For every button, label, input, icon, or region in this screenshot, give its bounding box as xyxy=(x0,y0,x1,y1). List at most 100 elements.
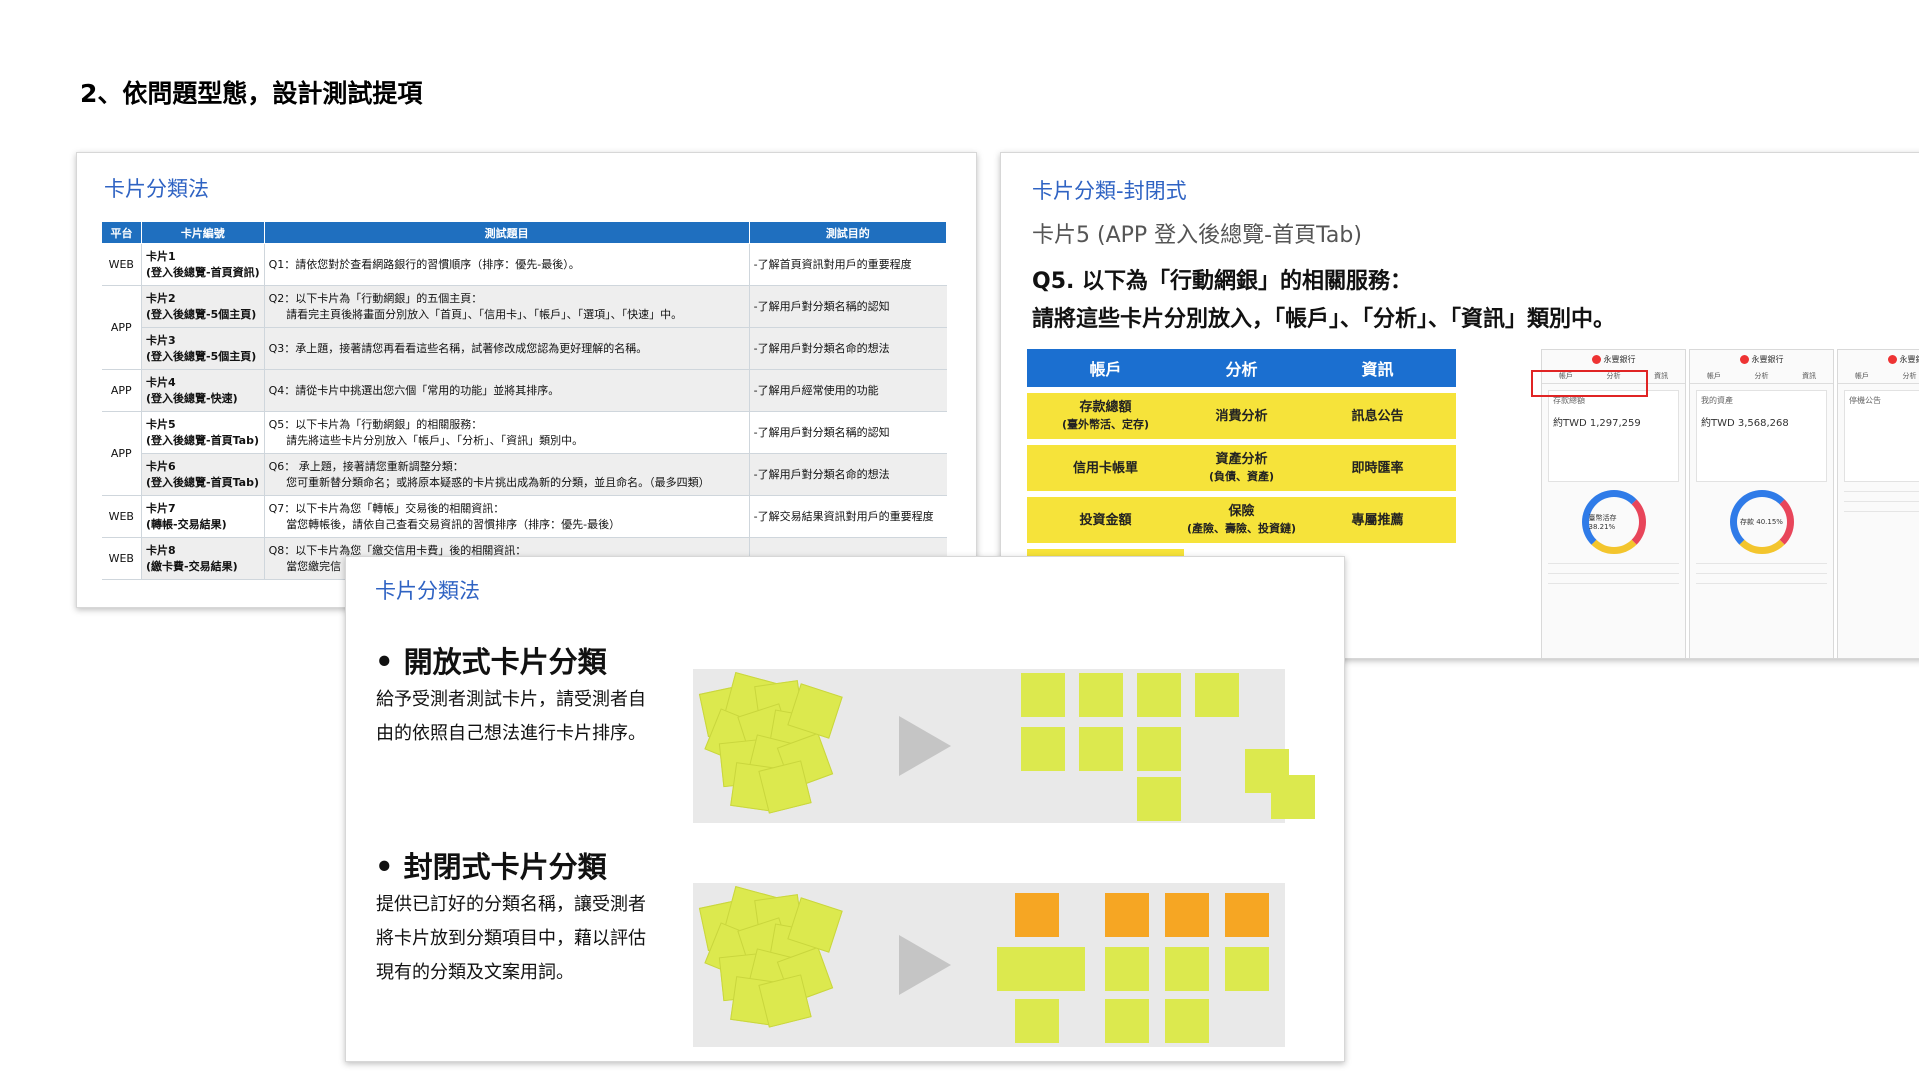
bank-name: 永豐銀行 xyxy=(1751,354,1784,364)
cell-question: Q6： 承上題，接著請您重新調整分類： 您可重新替分類命名；或將原本疑惑的卡片挑… xyxy=(264,453,750,496)
cell-card-id-text: 卡片7 (轉帳-交易結果) xyxy=(146,501,227,531)
app-header: 永豐銀行 xyxy=(1542,350,1685,368)
donut-chart: 存款 40.15% xyxy=(1729,490,1794,554)
panel-amount: 約TWD 1,297,259 xyxy=(1553,418,1641,429)
app-tab[interactable]: 帳戶 xyxy=(1707,371,1721,381)
sort-card[interactable]: 存款總額 (臺外幣活、定存) xyxy=(1027,393,1184,439)
bank-name: 永豐銀行 xyxy=(1899,354,1919,364)
app-tab[interactable]: 分析 xyxy=(1754,371,1768,381)
cell-question: Q1：請依您對於查看網路銀行的習慣順序（排序：優先-最後）。 xyxy=(264,243,750,286)
grouped-card xyxy=(1021,727,1065,771)
sort-card[interactable]: 信用卡帳單 xyxy=(1027,445,1184,491)
grouped-card xyxy=(1041,947,1085,991)
category-card xyxy=(1105,893,1149,937)
cell-purpose-text: -了解用戶對分類名稱的認知 xyxy=(753,299,890,313)
app-tab[interactable]: 帳戶 xyxy=(1855,371,1869,381)
donut-label: 存款 40.15% xyxy=(1740,518,1783,526)
cell-purpose-text: -了解用戶對分類名稱的認知 xyxy=(753,425,890,439)
app-screenshot: 永豐銀行帳戶分析資訊停機公告 xyxy=(1837,349,1919,658)
cell-platform: WEB xyxy=(101,495,142,538)
divider xyxy=(1696,583,1827,584)
divider xyxy=(1696,573,1827,574)
cell-question-text: Q2：以下卡片為「行動網銀」的五個主頁： 請看完主頁後將畫面分別放入「首頁」、「… xyxy=(268,291,683,321)
sort-card[interactable]: 投資金額 xyxy=(1027,497,1184,543)
category-card xyxy=(1165,893,1209,937)
app-tab[interactable]: 分析 xyxy=(1902,371,1916,381)
cell-question: Q3：承上題，接著請您再看看這些名稱，試著修改成您認為更好理解的名稱。 xyxy=(264,327,750,370)
sort-card[interactable]: 專屬推薦 xyxy=(1299,497,1456,543)
cell-platform: WEB xyxy=(101,243,142,286)
cell-question-text: Q3：承上題，接著請您再看看這些名稱，試著修改成您認為更好理解的名稱。 xyxy=(268,341,648,355)
cell-purpose: -了解用戶對分類名稱的認知 xyxy=(749,411,947,454)
divider xyxy=(1696,563,1827,564)
grouped-card xyxy=(1165,999,1209,1043)
app-screenshot: 永豐銀行 帳戶 分析 資訊 我的資產 約TWD 3,568,268 存款 40.15% xyxy=(1689,349,1834,658)
grouped-card xyxy=(1137,673,1181,717)
sort-card-label: 資產分析 xyxy=(1215,452,1268,467)
table-row: 卡片3 (登入後總覽-5個主頁) Q3：承上題，接著請您再看看這些名稱，試著修改成… xyxy=(102,327,947,370)
table-header-row: 平台 卡片編號 測試題目 測試目的 xyxy=(101,221,948,244)
cell-question-text: Q1：請依您對於查看網路銀行的習慣順序（排序：優先-最後）。 xyxy=(268,257,580,271)
cell-card-id: 卡片3 (登入後總覽-5個主頁) xyxy=(141,327,265,370)
table-row: 卡片6 (登入後總覽-首頁Tab) Q6： 承上題，接著請您重新調整分類： 您可重… xyxy=(102,453,947,496)
cell-platform: WEB xyxy=(101,537,142,580)
cell-platform: APP xyxy=(101,369,142,412)
app-tab[interactable]: 資訊 xyxy=(1802,371,1816,381)
category-card xyxy=(1225,893,1269,937)
sort-card[interactable]: 消費分析 xyxy=(1163,393,1320,439)
app-tab[interactable]: 資訊 xyxy=(1654,371,1668,381)
sort-card[interactable]: 保險 (產險、壽險、投資鏈) xyxy=(1163,497,1320,543)
divider xyxy=(1844,511,1919,512)
sort-card[interactable]: 資產分析 (負債、資產) xyxy=(1163,445,1320,491)
app-tabs: 帳戶分析資訊 xyxy=(1838,368,1919,384)
bank-logo-icon xyxy=(1887,354,1897,364)
cell-card-id: 卡片4 (登入後總覽-快速) xyxy=(141,369,265,412)
test-plan-table: 平台 卡片編號 測試題目 測試目的 WEB 卡片1 (登入後總覽-首頁資訊) Q1：… xyxy=(101,221,948,580)
summary-panel: 停機公告 xyxy=(1844,390,1919,482)
cell-purpose-text: -了解交易結果資訊對用戶的重要程度 xyxy=(753,509,934,523)
grouped-card xyxy=(1015,999,1059,1043)
divider xyxy=(1844,491,1919,492)
app-header: 永豐銀行 xyxy=(1690,350,1833,368)
bank-name: 永豐銀行 xyxy=(1603,354,1636,364)
grouped-card xyxy=(1021,673,1065,717)
cell-purpose: -了解首頁資訊對用戶的重要程度 xyxy=(749,243,947,286)
cell-purpose-text: -了解用戶對分類名命的想法 xyxy=(753,467,890,481)
cell-purpose-text: -了解首頁資訊對用戶的重要程度 xyxy=(753,257,912,271)
cell-card-id: 卡片5 (登入後總覽-首頁Tab) xyxy=(141,411,265,454)
divider xyxy=(1548,583,1679,584)
app-header: 永豐銀行 xyxy=(1838,350,1919,368)
sort-card-label: 即時匯率 xyxy=(1351,460,1404,476)
cell-purpose-text: -了解用戶經常使用的功能 xyxy=(753,383,879,397)
slide-heading: 卡片分類法 xyxy=(104,177,209,201)
table-row: WEB 卡片7 (轉帳-交易結果) Q7：以下卡片為您「轉帳」交易後的相關資訊： 當… xyxy=(101,495,947,538)
slide-subheading: 卡片5 (APP 登入後總覽-首頁Tab) xyxy=(1032,223,1362,248)
grouped-card xyxy=(1165,947,1209,991)
closed-sort-title: • 封閉式卡片分類 xyxy=(375,850,607,884)
donut-chart: 臺幣活存 38.21% xyxy=(1581,490,1646,554)
cell-purpose: -了解用戶對分類名稱的認知 xyxy=(749,285,947,328)
cell-question-text: Q5：以下卡片為「行動網銀」的相關服務： 請先將這些卡片分別放入「帳戶」、「分析… xyxy=(268,417,584,447)
grouped-card xyxy=(1137,727,1181,771)
summary-panel: 存款總額 約TWD 1,297,259 xyxy=(1548,390,1679,482)
sort-card-label: 專屬推薦 xyxy=(1351,512,1404,528)
table-row: APP 卡片2 (登入後總覽-5個主頁) Q2：以下卡片為「行動網銀」的五個主頁： … xyxy=(101,285,947,370)
arrow-right-icon xyxy=(899,716,951,776)
grouped-card xyxy=(1225,947,1269,991)
cell-card-id-text: 卡片2 (登入後總覽-5個主頁) xyxy=(146,291,257,321)
sort-card[interactable]: 即時匯率 xyxy=(1299,445,1456,491)
sort-card-detail: (臺外幣活、定存) xyxy=(1061,418,1150,431)
panel-amount: 約TWD 3,568,268 xyxy=(1701,418,1789,429)
sort-card-detail: (負債、資產) xyxy=(1208,470,1275,483)
donut-label: 臺幣活存 38.21% xyxy=(1588,514,1617,531)
category-header: 資訊 xyxy=(1299,349,1456,387)
table-row: WEB 卡片1 (登入後總覽-首頁資訊) Q1：請依您對於查看網路銀行的習慣順序（排… xyxy=(101,243,947,286)
grouped-card xyxy=(997,947,1041,991)
sort-card[interactable]: 訊息公告 xyxy=(1299,393,1456,439)
sort-card-label: 訊息公告 xyxy=(1351,408,1404,424)
question-line-1: Q5. 以下為「行動網銀」的相關服務： xyxy=(1032,269,1413,294)
cell-card-id-text: 卡片4 (登入後總覽-快速) xyxy=(146,375,238,405)
sort-card-label: 投資金額 xyxy=(1079,512,1132,528)
app-tabs: 帳戶 分析 資訊 xyxy=(1690,368,1833,384)
cell-card-id-text: 卡片3 (登入後總覽-5個主頁) xyxy=(146,333,257,363)
